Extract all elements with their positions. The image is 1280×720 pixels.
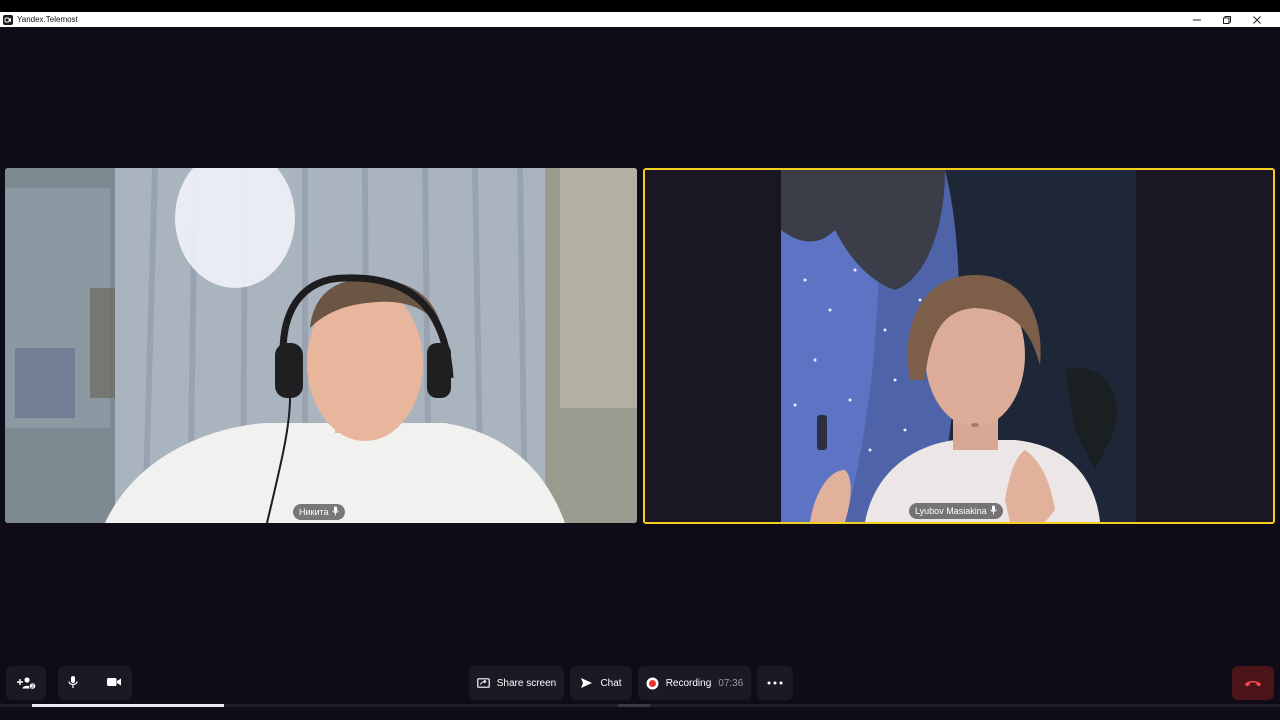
participant-name-label: Никита bbox=[293, 504, 345, 520]
scroll-thumb[interactable] bbox=[32, 704, 224, 707]
camera-toggle-button[interactable] bbox=[106, 676, 122, 691]
chat-label: Chat bbox=[600, 677, 622, 689]
media-controls-group bbox=[58, 666, 132, 700]
close-icon[interactable] bbox=[1242, 12, 1272, 27]
participant-name: Lyubov Masiakina bbox=[915, 506, 987, 516]
share-screen-button[interactable]: Share screen bbox=[469, 666, 564, 700]
participant-video bbox=[645, 170, 1273, 522]
participant-tile-nikita[interactable]: Никита bbox=[5, 168, 637, 523]
record-icon bbox=[646, 677, 659, 689]
microphone-icon bbox=[68, 675, 78, 688]
screen-share-icon bbox=[476, 677, 490, 688]
more-options-button[interactable] bbox=[757, 666, 793, 700]
participant-tile-lyubov[interactable]: Lyubov Masiakina bbox=[643, 168, 1275, 524]
microphone-toggle-button[interactable] bbox=[68, 675, 78, 692]
phone-hangup-icon bbox=[1245, 680, 1261, 686]
add-participant-button[interactable]: 2 bbox=[6, 666, 46, 700]
end-call-button[interactable] bbox=[1232, 666, 1274, 700]
window-title: Yandex.Telemost bbox=[17, 15, 78, 24]
microphone-icon bbox=[990, 505, 997, 517]
svg-text:2: 2 bbox=[31, 684, 34, 690]
recording-label: Recording bbox=[665, 677, 712, 689]
recording-button[interactable]: Recording 07:36 bbox=[638, 666, 751, 700]
participant-name: Никита bbox=[299, 507, 329, 517]
recording-timer: 07:36 bbox=[718, 677, 744, 689]
participant-video bbox=[5, 168, 637, 523]
window-controls bbox=[1182, 12, 1272, 27]
microphone-icon bbox=[331, 506, 339, 518]
share-screen-label: Share screen bbox=[496, 677, 557, 689]
minimize-icon[interactable] bbox=[1182, 12, 1212, 27]
restore-icon[interactable] bbox=[1212, 12, 1242, 27]
app-logo-icon bbox=[3, 14, 13, 25]
send-icon bbox=[581, 678, 593, 688]
add-user-icon: 2 bbox=[17, 677, 36, 690]
more-icon bbox=[767, 681, 783, 685]
scroll-indicator bbox=[618, 704, 650, 707]
call-toolbar: 2 Share screen Chat Recording 07:36 bbox=[0, 663, 1280, 720]
camera-icon bbox=[106, 677, 121, 686]
chat-button[interactable]: Chat bbox=[570, 666, 632, 700]
call-stage: Никита Lyubov Masiakina 2 Share screen C… bbox=[0, 27, 1280, 720]
window-titlebar: Yandex.Telemost bbox=[0, 12, 1280, 27]
letterbox-top bbox=[0, 0, 1280, 12]
participant-name-label: Lyubov Masiakina bbox=[909, 503, 1003, 519]
